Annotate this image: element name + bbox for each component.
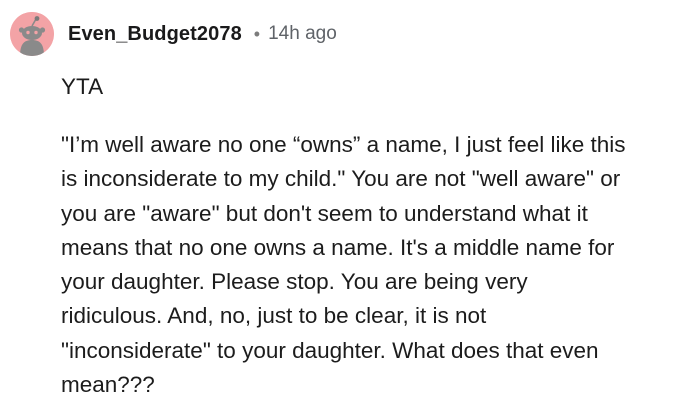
comment: Even_Budget2078 • 14h ago YTA "I’m well … (0, 0, 700, 409)
reddit-snoo-avatar-icon (10, 12, 54, 56)
comment-body-line: your daughter. Please stop. You are bein… (61, 269, 528, 295)
comment-body-line: "I’m well aware no one “owns” a name, I … (61, 132, 626, 157)
comment-body-line: mean??? (61, 372, 155, 398)
comment-body-line: means that no one owns a name. It's a mi… (61, 234, 615, 260)
username[interactable]: Even_Budget2078 (68, 23, 242, 46)
timestamp: 14h ago (268, 23, 337, 44)
separator-dot: • (253, 23, 261, 44)
comment-body-line: you are "aware" but don't seem to unders… (61, 200, 588, 226)
avatar[interactable] (10, 12, 54, 56)
comment-body: "I’m well aware no one “owns” a name, I … (61, 128, 693, 402)
comment-body-line: is inconsiderate to my child." You are n… (61, 166, 621, 192)
comment-verdict: YTA (61, 74, 104, 99)
comment-body-line: ridiculous. And, no, just to be clear, i… (61, 303, 487, 329)
comment-header: Even_Budget2078 • 14h ago (10, 12, 337, 56)
comment-body-line: "inconsiderate" to your daughter. What d… (61, 337, 599, 363)
